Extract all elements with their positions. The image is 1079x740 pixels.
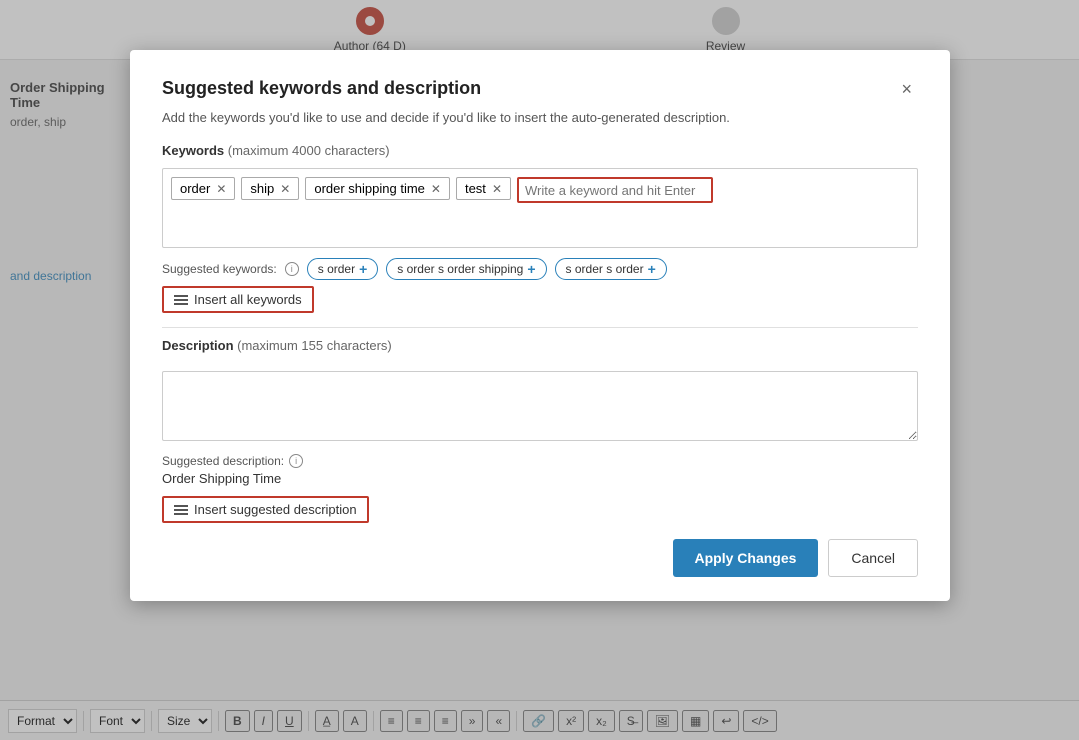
apply-changes-button[interactable]: Apply Changes: [673, 539, 819, 577]
keyword-tag-order-text: order: [180, 181, 210, 196]
insert-suggested-description-label: Insert suggested description: [194, 502, 357, 517]
suggested-chip-0-plus: +: [359, 261, 367, 277]
section-divider: [162, 327, 918, 328]
keyword-tag-test: test ✕: [456, 177, 511, 200]
keyword-tag-ship-remove[interactable]: ✕: [280, 183, 290, 195]
keyword-tag-ost-remove[interactable]: ✕: [431, 183, 441, 195]
insert-all-icon: [174, 295, 188, 305]
modal-footer: Apply Changes Cancel: [162, 539, 918, 577]
keyword-tag-order-shipping-time: order shipping time ✕: [305, 177, 450, 200]
modal-subtitle: Add the keywords you'd like to use and d…: [162, 110, 918, 125]
insert-all-keywords-button[interactable]: Insert all keywords: [162, 286, 314, 313]
suggested-chip-2-plus: +: [648, 261, 656, 277]
keywords-section-label: Keywords (maximum 4000 characters): [162, 143, 918, 158]
suggested-chip-2-text: s order s order: [566, 262, 644, 276]
suggested-description-label: Suggested description:: [162, 454, 284, 468]
keyword-tag-ost-text: order shipping time: [314, 181, 425, 196]
suggested-chip-1[interactable]: s order s order shipping +: [386, 258, 546, 280]
suggested-keywords-row: Suggested keywords: i s order + s order …: [162, 258, 918, 280]
suggested-description-value: Order Shipping Time: [162, 471, 918, 486]
description-section-label: Description (maximum 155 characters): [162, 338, 918, 353]
keyword-tag-test-text: test: [465, 181, 486, 196]
keywords-container[interactable]: order ✕ ship ✕ order shipping time ✕ tes…: [162, 168, 918, 248]
keyword-input[interactable]: [525, 183, 705, 198]
description-textarea[interactable]: [162, 371, 918, 441]
suggested-chip-2[interactable]: s order s order +: [555, 258, 667, 280]
suggested-description-info-icon[interactable]: i: [289, 454, 303, 468]
suggested-chip-1-plus: +: [527, 261, 535, 277]
suggested-chip-1-text: s order s order shipping: [397, 262, 523, 276]
insert-all-keywords-label: Insert all keywords: [194, 292, 302, 307]
modal-header: Suggested keywords and description ×: [162, 78, 918, 100]
insert-suggested-description-button[interactable]: Insert suggested description: [162, 496, 369, 523]
keyword-tag-ship: ship ✕: [241, 177, 299, 200]
insert-suggested-icon: [174, 505, 188, 515]
suggested-chip-0-text: s order: [318, 262, 355, 276]
suggested-keywords-info-icon[interactable]: i: [285, 262, 299, 276]
keyword-tag-test-remove[interactable]: ✕: [492, 183, 502, 195]
keyword-tag-ship-text: ship: [250, 181, 274, 196]
keyword-input-wrapper[interactable]: [517, 177, 713, 203]
keyword-tag-order: order ✕: [171, 177, 235, 200]
modal-close-button[interactable]: ×: [895, 78, 918, 100]
modal-title: Suggested keywords and description: [162, 78, 481, 99]
suggested-chip-0[interactable]: s order +: [307, 258, 379, 280]
suggested-description-label-row: Suggested description: i: [162, 454, 918, 468]
keyword-tag-order-remove[interactable]: ✕: [216, 183, 226, 195]
cancel-button[interactable]: Cancel: [828, 539, 918, 577]
suggested-keywords-label: Suggested keywords:: [162, 262, 277, 276]
modal-dialog: Suggested keywords and description × Add…: [130, 50, 950, 601]
